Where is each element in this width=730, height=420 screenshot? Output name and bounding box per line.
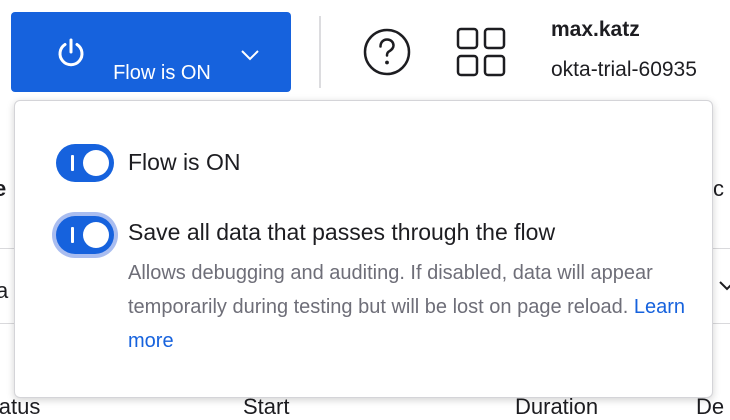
toggle-on-indicator <box>71 155 74 171</box>
user-name[interactable]: max.katz <box>551 18 640 42</box>
background-partial-field: a <box>0 278 9 303</box>
background-partial-heading-right: c <box>713 176 724 201</box>
power-icon <box>58 38 84 67</box>
save-data-toggle-label: Save all data that passes through the fl… <box>128 219 556 245</box>
grid-icon[interactable] <box>456 27 506 77</box>
background-row-divider <box>713 248 730 249</box>
toggle-knob <box>83 150 109 176</box>
background-row-divider <box>713 323 730 324</box>
org-name[interactable]: okta-trial-60935 <box>551 58 697 82</box>
flow-toggle[interactable] <box>56 144 114 182</box>
toggle-on-indicator <box>71 227 74 243</box>
flow-toggle-label: Flow is ON <box>128 149 241 175</box>
background-row-divider <box>0 323 14 324</box>
chevron-down-icon <box>241 50 259 61</box>
flow-status-line1: Flow is ON <box>113 62 211 84</box>
toggle-knob <box>83 222 109 248</box>
save-data-description: Allows debugging and auditing. If disabl… <box>128 256 688 358</box>
header-divider <box>319 16 321 88</box>
chevron-down-icon <box>719 281 730 291</box>
save-data-description-text: Allows debugging and auditing. If disabl… <box>128 262 653 318</box>
question-circle-icon[interactable] <box>363 28 411 76</box>
background-partial-heading: e <box>0 176 7 201</box>
flow-status-button[interactable]: Flow is ON Saving data <box>11 12 291 117</box>
background-row-divider <box>0 248 14 249</box>
save-data-toggle[interactable] <box>56 216 114 254</box>
flow-settings-popover: Flow is ON Save all data that passes thr… <box>14 100 713 398</box>
